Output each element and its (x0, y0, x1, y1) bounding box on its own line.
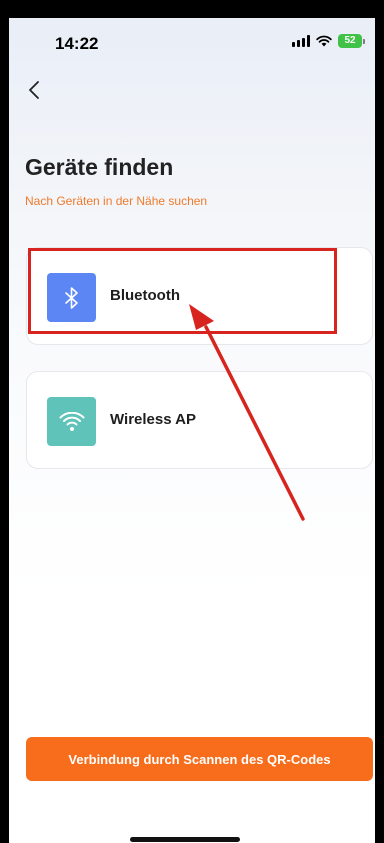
battery-icon: 52 (338, 34, 365, 48)
page-title: Geräte finden (25, 154, 174, 180)
wireless-ap-label: Wireless AP (110, 411, 197, 428)
battery-level: 52 (338, 34, 362, 48)
signal-icon (292, 35, 310, 47)
back-button[interactable] (23, 76, 45, 104)
chevron-left-icon (29, 81, 39, 99)
bluetooth-icon (47, 273, 96, 322)
phone-screen: 14:22 52 Geräte finden Nach Geräten in d… (9, 18, 375, 843)
scan-qr-code-button[interactable]: Verbindung durch Scannen des QR-Codes (26, 737, 373, 781)
home-indicator (130, 837, 240, 842)
status-time: 14:22 (55, 34, 99, 53)
bluetooth-label: Bluetooth (110, 287, 180, 304)
status-bar: 14:22 52 (9, 18, 375, 62)
wifi-status-icon (316, 35, 332, 47)
bluetooth-option[interactable]: Bluetooth (26, 247, 373, 345)
wireless-ap-option[interactable]: Wireless AP (26, 371, 373, 469)
wifi-icon (47, 397, 96, 446)
status-icons: 52 (292, 34, 365, 48)
page-subtitle: Nach Geräten in der Nähe suchen (25, 194, 208, 208)
